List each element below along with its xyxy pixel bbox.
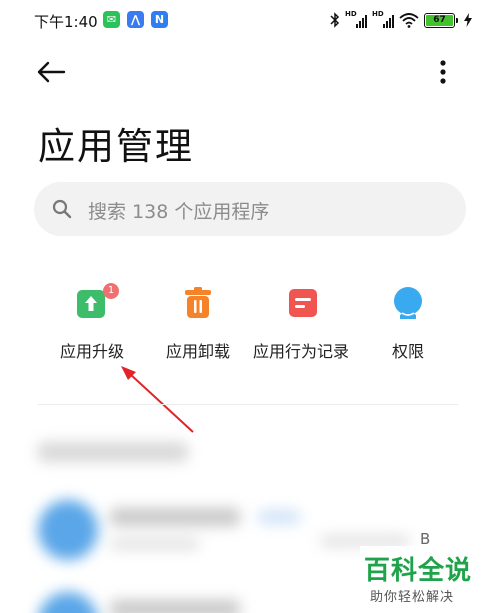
watermark-logo: 百科全说 助你轻松解决 [360,546,490,613]
behavior-record-icon [286,286,320,320]
list-item [38,442,188,462]
status-time: 下午1:40 [34,13,98,31]
list-item [38,500,98,560]
update-count-badge: 1 [103,283,119,299]
more-options-button[interactable] [428,55,458,89]
page-title: 应用管理 [38,125,194,168]
app-store-icon: ⋀ [127,11,144,28]
battery-icon: 67 [424,12,458,28]
wifi-icon [399,13,419,28]
app-uninstall-button[interactable]: 应用卸载 [148,286,248,362]
app-upgrade-label: 应用升级 [59,342,124,361]
app-behavior-record-button[interactable]: 应用行为记录 [253,286,353,362]
status-bar: 下午1:40 ✉ ⋀ N HD HD 67 [0,0,490,42]
app-behavior-record-label: 应用行为记录 [252,342,349,361]
more-vertical-icon [440,60,446,84]
section-divider [38,404,458,405]
battery-level: 67 [426,14,453,26]
signal-icon: HD [345,10,367,28]
back-arrow-icon [37,61,66,83]
list-item [110,508,240,526]
app-upgrade-icon: 1 [75,283,119,320]
search-bar[interactable]: 搜索 138 个应用程序 [34,182,466,236]
permissions-label: 权限 [391,342,424,361]
note-app-icon: N [151,11,168,28]
app-uninstall-label: 应用卸载 [165,342,230,361]
uninstall-trash-icon [181,286,215,320]
permissions-button[interactable]: 权限 [358,286,458,362]
list-item [258,510,300,524]
back-button[interactable] [36,55,76,89]
list-item [38,592,98,613]
watermark-main-text: 百科全说 [364,556,473,586]
search-icon [52,199,72,219]
bluetooth-icon [330,12,340,28]
permission-icon [391,286,425,320]
signal-icon: HD [372,10,394,28]
app-upgrade-button[interactable]: 1 应用升级 [42,283,142,362]
list-item [110,600,240,613]
watermark-sub-text: 助你轻松解决 [370,590,455,605]
wechat-icon: ✉ [103,11,120,28]
charging-icon [464,13,472,27]
list-item [110,538,200,550]
search-placeholder: 搜索 138 个应用程序 [88,201,270,223]
